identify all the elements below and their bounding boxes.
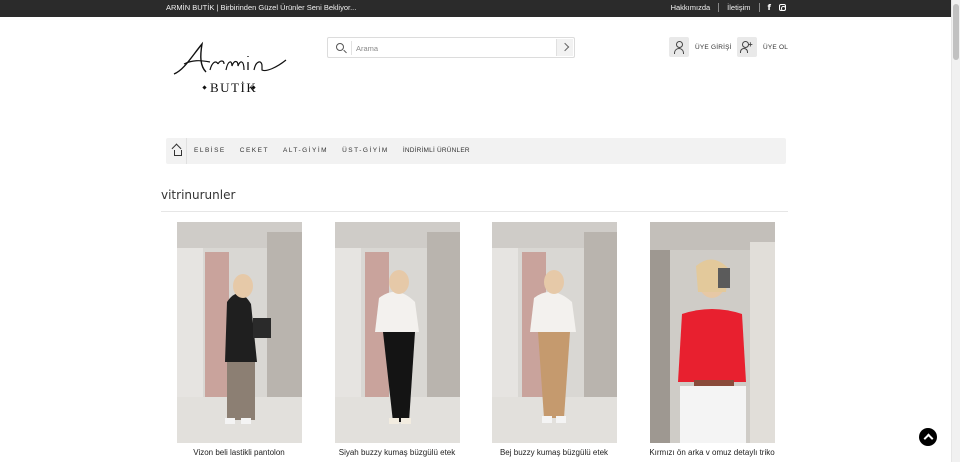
scrollbar-thumb[interactable] [953,4,959,60]
product-card[interactable]: Kırmızı ön arka v omuz detaylı triko [649,222,775,457]
social-links: f [768,3,786,12]
register-label: ÜYE OL [763,43,789,51]
product-card[interactable]: Siyah buzzy kumaş büzgülü etek [335,222,460,457]
product-image[interactable] [492,222,617,443]
login-button[interactable]: ÜYE GİRİŞİ [669,37,732,57]
divider [718,3,720,12]
top-bar: ARMİN BUTİK | Birbirinden Güzel Ürünler … [0,0,951,17]
about-link[interactable]: Hakkımızda [671,3,711,12]
product-name[interactable]: Siyah buzzy kumaş büzgülü etek [317,448,477,457]
welcome-text: ARMİN BUTİK | Birbirinden Güzel Ürünler … [166,3,357,12]
login-label: ÜYE GİRİŞİ [695,43,732,51]
search-submit-chevron-icon[interactable] [556,39,573,56]
page: ARMİN BUTİK | Birbirinden Güzel Ürünler … [0,0,960,462]
product-name[interactable]: Vizon beli lastikli pantolon [159,448,319,457]
section-title: vitrinurunler [161,188,236,202]
register-button[interactable]: ÜYE OL [737,37,788,57]
contact-link[interactable]: İletişim [727,3,750,12]
product-card[interactable]: Bej buzzy kumaş büzgülü etek [492,222,617,457]
home-icon [172,147,182,156]
product-image[interactable] [335,222,460,443]
scrollbar[interactable] [951,0,960,462]
facebook-icon[interactable]: f [768,3,771,12]
product-image[interactable] [650,222,775,443]
nav-items: ELBİSE CEKET ALT-GİYİM ÜST-GİYİM İNDİRİM… [194,147,470,154]
logo-script-graphic [173,41,287,75]
scroll-to-top-button[interactable] [919,428,937,446]
nav-home[interactable] [166,138,187,164]
nav-item-ceket[interactable]: CEKET [240,147,269,154]
instagram-icon[interactable] [779,4,786,11]
nav-item-ust-giyim[interactable]: ÜST-GİYİM [342,147,389,154]
search-icon[interactable] [336,43,344,51]
nav-item-alt-giyim[interactable]: ALT-GİYİM [283,147,328,154]
nav-item-indirimli[interactable]: İNDİRİMLİ ÜRÜNLER [403,147,470,154]
search-input[interactable] [356,41,551,55]
search-bar [327,37,575,58]
nav-item-elbise[interactable]: ELBİSE [194,147,226,154]
brand-logo[interactable]: BUTİK [170,38,292,100]
main-nav: ELBİSE CEKET ALT-GİYİM ÜST-GİYİM İNDİRİM… [166,138,786,164]
divider [758,3,760,12]
user-icon [669,37,689,57]
user-plus-icon [737,37,757,57]
logo-diamond [202,85,207,90]
product-name[interactable]: Kırmızı ön arka v omuz detaylı triko [632,448,792,457]
product-card[interactable]: Vizon beli lastikli pantolon [177,222,302,457]
product-name[interactable]: Bej buzzy kumaş büzgülü etek [474,448,634,457]
top-links: Hakkımızda İletişim f [671,3,786,12]
product-image[interactable] [177,222,302,443]
search-divider [351,41,352,55]
logo-subtext: BUTİK [210,80,258,95]
section-divider [161,211,788,212]
